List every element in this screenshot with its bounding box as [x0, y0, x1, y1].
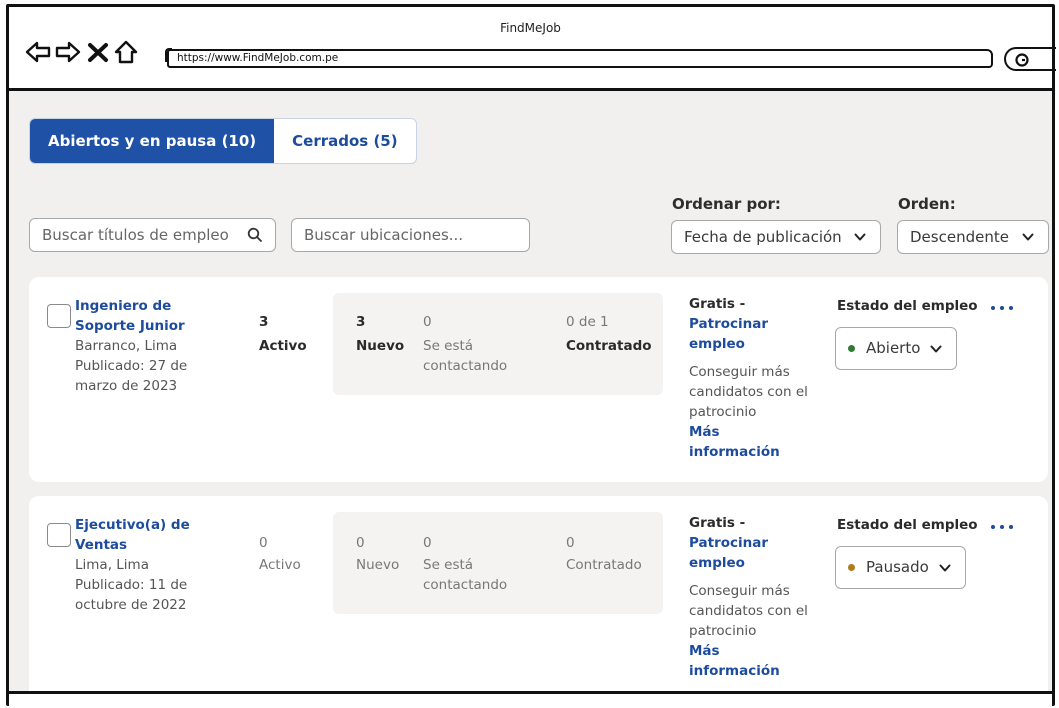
job-published-date: Publicado: 27 de marzo de 2023	[75, 358, 188, 394]
chevron-down-icon	[939, 564, 951, 572]
promo-text: Conseguir más candidatos con el patrocin…	[689, 364, 808, 420]
home-icon[interactable]	[113, 39, 139, 65]
job-status-select[interactable]: Abierto	[835, 327, 958, 370]
sort-label: Ordenar por:	[672, 195, 781, 213]
hired-count[interactable]: 0 de 1	[566, 312, 609, 332]
forward-arrow-icon[interactable]	[55, 39, 81, 65]
order-select[interactable]: Descendente	[897, 220, 1049, 254]
contacting-count[interactable]: 0	[423, 533, 432, 553]
job-status-value: Pausado	[866, 558, 929, 576]
more-options-icon[interactable]	[991, 303, 1015, 313]
contacting-count[interactable]: 0	[423, 312, 432, 332]
more-info-link[interactable]: Más información	[689, 641, 809, 681]
hired-label: Contratado	[566, 338, 652, 354]
tab-closed[interactable]: Cerrados (5)	[274, 119, 415, 163]
browser-window: FindMeJob https://www.FindMeJob.com.pe A…	[6, 4, 1056, 706]
active-count: 0	[259, 535, 268, 551]
sponsor-job-link[interactable]: Patrocinar empleo	[689, 533, 809, 573]
status-dot-icon	[848, 345, 855, 352]
job-card: Ejecutivo(a) de Ventas Lima, Lima Public…	[29, 496, 1048, 691]
active-label: Activo	[259, 557, 301, 573]
contacting-label: Se está contactando	[423, 557, 508, 593]
sort-by-select[interactable]: Fecha de publicación	[671, 220, 881, 254]
job-published-date: Publicado: 11 de octubre de 2022	[75, 577, 188, 613]
more-info-link[interactable]: Más información	[689, 422, 809, 462]
job-status-label: Estado del empleo	[837, 517, 978, 533]
close-icon[interactable]	[87, 39, 109, 65]
promo-heading: Gratis -	[689, 515, 746, 531]
address-bar[interactable]: https://www.FindMeJob.com.pe	[165, 48, 993, 68]
browser-search-button[interactable]	[1004, 47, 1056, 71]
new-label: Nuevo	[356, 338, 405, 354]
window-title: FindMeJob	[500, 21, 561, 35]
job-card: Ingeniero de Soporte Junior Barranco, Li…	[29, 277, 1048, 482]
job-title-link[interactable]: Ingeniero de Soporte Junior	[75, 296, 225, 336]
job-status-tabs: Abiertos y en pausa (10) Cerrados (5)	[29, 118, 417, 164]
job-status-value: Abierto	[866, 339, 921, 357]
contacting-label: Se está contactando	[423, 338, 508, 374]
status-dot-icon	[848, 564, 855, 571]
new-label: Nuevo	[356, 557, 400, 573]
job-select-checkbox[interactable]	[47, 304, 71, 328]
hired-label: Contratado	[566, 557, 642, 573]
job-select-checkbox[interactable]	[47, 523, 71, 547]
job-status-select[interactable]: Pausado	[835, 546, 966, 589]
sponsor-job-link[interactable]: Patrocinar empleo	[689, 314, 809, 354]
promo-heading: Gratis -	[689, 296, 746, 312]
active-count: 3	[259, 314, 269, 330]
order-label: Orden:	[898, 195, 956, 213]
job-title-search-placeholder: Buscar títulos de empleo	[42, 226, 229, 244]
new-count[interactable]: 0	[356, 533, 365, 553]
job-location: Barranco, Lima	[75, 338, 178, 354]
search-icon	[247, 227, 262, 242]
chevron-down-icon	[930, 345, 942, 353]
chevron-down-icon	[1022, 233, 1034, 241]
back-arrow-icon[interactable]	[25, 39, 51, 65]
chevron-down-icon	[854, 233, 866, 241]
browser-toolbar: FindMeJob https://www.FindMeJob.com.pe	[9, 7, 1056, 91]
hired-count[interactable]: 0	[566, 533, 575, 553]
sort-by-value: Fecha de publicación	[684, 228, 842, 246]
search-icon	[1015, 53, 1029, 67]
page-content: Abiertos y en pausa (10) Cerrados (5) Or…	[9, 91, 1052, 691]
job-status-label: Estado del empleo	[837, 298, 978, 314]
more-options-icon[interactable]	[991, 522, 1015, 532]
active-label: Activo	[259, 338, 307, 354]
tab-open-paused[interactable]: Abiertos y en pausa (10)	[30, 119, 275, 163]
browser-status-bar	[9, 691, 1052, 706]
location-search-input[interactable]: Buscar ubicaciones...	[291, 218, 530, 252]
job-location: Lima, Lima	[75, 557, 149, 573]
new-count[interactable]: 3	[356, 312, 365, 332]
order-value: Descendente	[910, 228, 1009, 246]
promo-text: Conseguir más candidatos con el patrocin…	[689, 583, 808, 639]
job-title-search-input[interactable]: Buscar títulos de empleo	[29, 218, 276, 252]
job-title-link[interactable]: Ejecutivo(a) de Ventas	[75, 515, 225, 555]
